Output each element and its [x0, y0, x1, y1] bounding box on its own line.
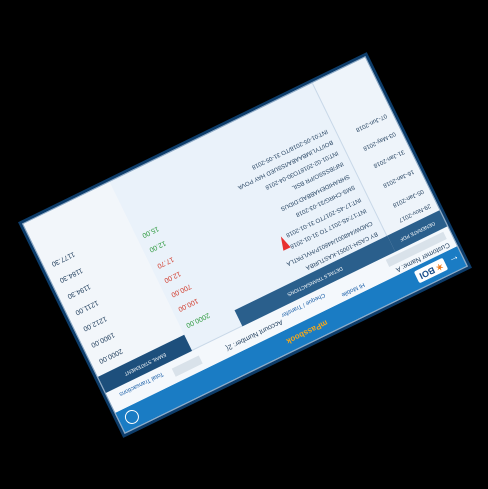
date-item: 07-Jun-2018	[354, 112, 388, 133]
amount-item: 2000.00	[184, 311, 211, 329]
balance-item: 1900.00	[89, 330, 116, 349]
photo-background: ← ✶ BOI mPassbook Customer Name: A Hi Mo…	[0, 0, 488, 489]
date-item: 16-Jan-2018	[381, 167, 415, 189]
balance-item: 1177.30	[50, 250, 76, 268]
amount-item: 15.00	[140, 224, 160, 239]
balance-item: 1194.30	[66, 282, 92, 300]
amount-item: 700.00	[169, 282, 193, 298]
power-icon[interactable]	[122, 407, 142, 427]
balance-item: 2000.00	[97, 346, 124, 365]
balance-item: 1211.00	[73, 298, 100, 316]
date-item: 31-Jan-2018	[372, 148, 406, 169]
balance-item: 1212.00	[81, 314, 108, 332]
amount-item: 17.70	[155, 255, 175, 270]
amount-item: 12.00	[162, 269, 182, 284]
amount-item: 12.00	[147, 239, 167, 254]
amount-item: 100.00	[176, 296, 200, 313]
date-item: 05-Jan-2018	[391, 187, 425, 208]
device-screen: ← ✶ BOI mPassbook Customer Name: A Hi Mo…	[22, 56, 468, 434]
balance-item: 1184.30	[58, 266, 84, 284]
logo-text: BOI	[417, 264, 437, 281]
back-arrow-icon[interactable]: ←	[445, 251, 465, 269]
date-item: 03-May-2018	[361, 130, 397, 152]
